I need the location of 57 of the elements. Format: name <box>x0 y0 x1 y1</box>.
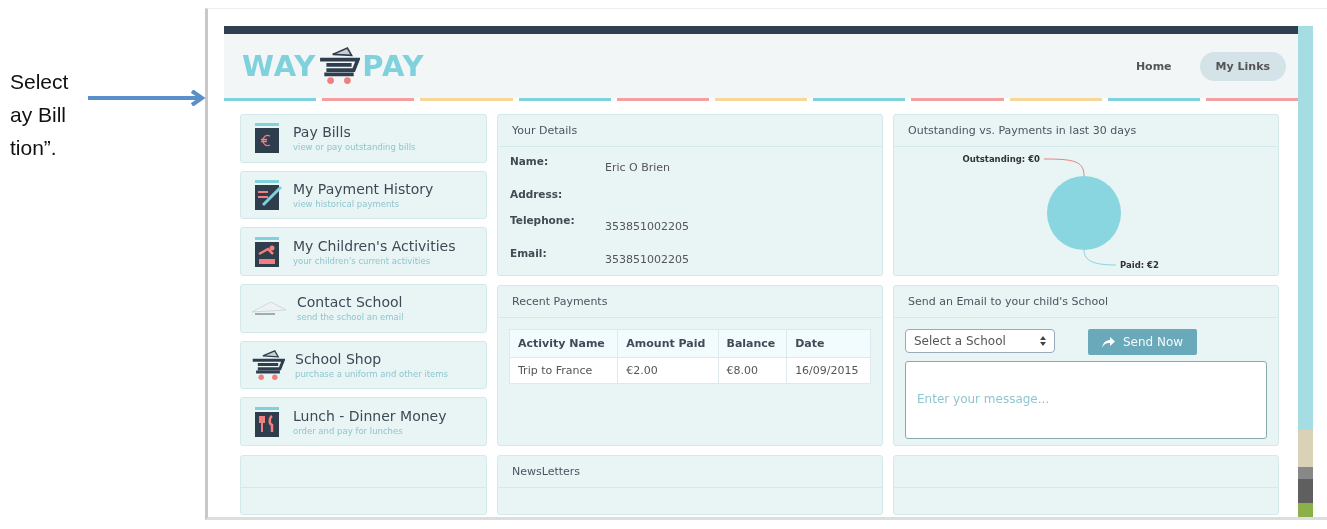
annotation-text: ay Bill <box>10 103 68 127</box>
menu-title: Pay Bills <box>293 124 352 141</box>
nav-link[interactable]: Home <box>1119 51 1188 81</box>
menu-subtitle: view historical payments <box>293 199 401 209</box>
menu-card[interactable]: Contact School send the school an email <box>240 284 487 333</box>
panel-title: Recent Payments <box>498 286 882 318</box>
panel-title: NewsLetters <box>498 456 882 488</box>
cart-icon <box>251 349 285 381</box>
menu-card[interactable]: Lunch - Dinner Money order and pay for lunches <box>240 397 487 447</box>
menu-card[interactable]: My Children's Activities your children's current activities <box>240 227 487 276</box>
chart-label: Outstanding: €0 <box>962 154 1040 164</box>
field-value: Eric O Brien <box>605 160 672 174</box>
menu-title: Contact School <box>297 294 404 311</box>
column-header: Amount Paid <box>617 329 718 358</box>
field-label: Address: <box>510 188 564 200</box>
leader-line <box>1083 249 1117 266</box>
panel-title: Send an Email to your child's School <box>894 286 1278 318</box>
nav-link[interactable]: My Links <box>1199 51 1286 81</box>
field-label: Name: <box>510 155 550 169</box>
sort-caret-icon <box>1040 336 1046 346</box>
table-cell: €2.00 <box>617 357 718 384</box>
field-label: Telephone: <box>510 214 576 228</box>
panel-title: Your Details <box>498 115 882 147</box>
annotation-text: tion”. <box>10 136 58 160</box>
column-header: Balance <box>718 329 787 358</box>
menu-subtitle: order and pay for lunches <box>293 425 404 436</box>
field-label: Email: <box>510 247 548 261</box>
table-cell: €8.00 <box>718 357 787 384</box>
menu-title: School Shop <box>295 351 383 367</box>
panel-title: Outstanding vs. Payments in last 30 days <box>894 115 1278 147</box>
column-header: Date <box>786 329 871 358</box>
share-arrow-icon <box>1102 336 1115 348</box>
menu-card[interactable]: School Shop purchase a uniform and other items <box>240 340 487 390</box>
chart-label: Paid: €2 <box>1120 260 1159 270</box>
column-header: Activity Name <box>509 329 618 358</box>
menu-title: Lunch - Dinner Money <box>293 407 447 424</box>
school-select[interactable]: Select a School <box>905 329 1055 353</box>
arrow-icon <box>88 90 206 106</box>
message-field[interactable]: Enter your message... <box>905 361 1267 439</box>
leader-line <box>1043 158 1085 177</box>
field-value: 353851002205 <box>605 252 690 266</box>
logo-text: WAY <box>242 49 317 83</box>
table-cell: 16/09/2015 <box>786 357 871 384</box>
menu-subtitle: your children's current activities <box>293 255 432 266</box>
menu-card[interactable]: My Payment History view historical payments <box>240 170 487 220</box>
annotation-text: Select <box>10 70 70 94</box>
menu-subtitle: send the school an email <box>297 312 404 323</box>
menu-title: My Payment History <box>293 181 434 197</box>
table-cell: Trip to France <box>509 357 618 384</box>
menu-subtitle: view or pay outstanding bills <box>293 142 416 153</box>
logo-text: PAY <box>362 49 425 83</box>
field-value: 353851002205 <box>605 219 690 233</box>
paper-plane-icon <box>251 300 287 317</box>
menu-card[interactable]: Pay Bills view or pay outstanding bills <box>240 114 487 163</box>
cart-logo-icon <box>318 47 361 85</box>
menu-title: My Children's Activities <box>293 237 456 254</box>
menu-subtitle: purchase a uniform and other items <box>295 369 448 379</box>
